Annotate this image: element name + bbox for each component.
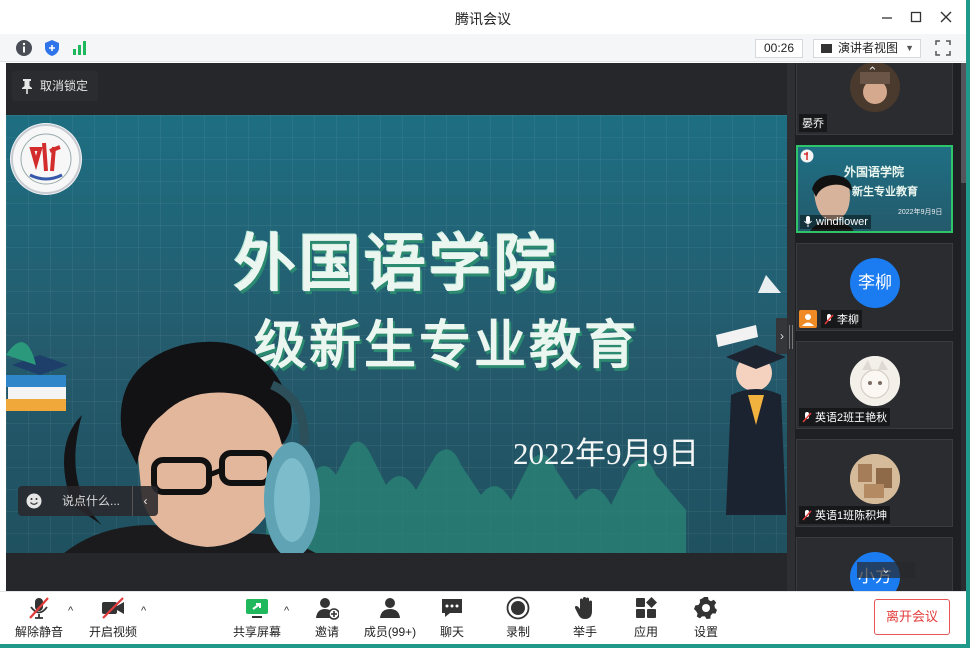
meeting-toolbar: 00:26 演讲者视图 ▼ bbox=[0, 34, 966, 62]
share-screen-label: 共享屏幕 bbox=[232, 625, 281, 639]
audio-options-chevron-icon[interactable]: ^ bbox=[68, 606, 78, 617]
chevron-down-icon: ▼ bbox=[905, 43, 914, 53]
unmute-button[interactable]: 解除静音 bbox=[14, 596, 64, 642]
share-screen-button[interactable]: 共享屏幕 bbox=[232, 596, 282, 642]
bottom-control-bar: 解除静音 ^ 开启视频 ^ 共享屏幕 ^ 邀请 成员(99+) 聊天 录制 举手… bbox=[0, 591, 966, 644]
video-options-chevron-icon[interactable]: ^ bbox=[141, 606, 151, 617]
chat-placeholder: 说点什么... bbox=[62, 494, 121, 508]
raise-hand-label: 举手 bbox=[572, 625, 597, 639]
microphone-icon bbox=[804, 216, 812, 227]
record-label: 录制 bbox=[505, 625, 530, 639]
quick-chat-input[interactable]: 说点什么... ‹ bbox=[18, 486, 158, 516]
participant-avatar bbox=[850, 454, 900, 504]
graduate-illustration bbox=[716, 275, 786, 515]
participant-name: 英语2班王艳秋 bbox=[799, 408, 891, 426]
apps-label: 应用 bbox=[633, 625, 658, 639]
invite-label: 邀请 bbox=[314, 625, 339, 639]
apps-button[interactable]: 应用 bbox=[631, 596, 661, 642]
slide-title: 外国语学院 bbox=[234, 227, 560, 300]
window-title: 腾讯会议 bbox=[455, 11, 511, 27]
view-mode-dropdown[interactable]: 演讲者视图 ▼ bbox=[813, 39, 921, 58]
participant-tile[interactable]: 英语2班王艳秋 bbox=[796, 341, 953, 429]
chat-button[interactable]: 聊天 bbox=[437, 596, 467, 642]
share-options-chevron-icon[interactable]: ^ bbox=[284, 606, 294, 617]
raise-hand-button[interactable]: 举手 bbox=[570, 596, 600, 642]
participant-avatar: 李柳 bbox=[850, 258, 900, 308]
raise-hand-icon bbox=[574, 597, 592, 619]
participant-name: 李柳 bbox=[821, 310, 862, 328]
main-video-stage: 外国语学院 级新生专业教育 2022年9月9日 取消锁定 说点什么... ‹ › bbox=[6, 63, 787, 591]
mic-muted-icon bbox=[824, 314, 834, 325]
close-icon[interactable] bbox=[935, 6, 957, 28]
speaker-view-icon bbox=[821, 44, 832, 53]
record-icon bbox=[506, 596, 530, 620]
participant-name: 英语1班陈积坤 bbox=[799, 506, 891, 524]
view-mode-label: 演讲者视图 bbox=[838, 41, 899, 55]
emoji-icon bbox=[26, 493, 42, 509]
maximize-icon[interactable] bbox=[905, 6, 927, 28]
slide-date: 2022年9月9日 bbox=[513, 436, 699, 471]
mini-slide-subtitle: 新生专业教育 bbox=[852, 186, 918, 198]
mic-muted-icon bbox=[802, 412, 812, 423]
collapse-chevron-icon[interactable]: ‹ bbox=[132, 486, 158, 516]
settings-label: 设置 bbox=[693, 625, 718, 639]
members-button[interactable]: 成员(99+) bbox=[362, 596, 418, 642]
participant-tile-active-speaker[interactable]: 外国语学院 新生专业教育 2022年9月9日 windflower bbox=[796, 145, 953, 233]
gear-icon bbox=[694, 597, 717, 619]
start-video-label: 开启视频 bbox=[88, 625, 137, 639]
participant-list: ⌃ 晏乔 外国语学院 新生专业教育 2022年9月9日 windflower 李… bbox=[795, 63, 961, 591]
participant-tile[interactable]: 小方 ⌄ bbox=[796, 537, 953, 591]
panel-resize-handle[interactable] bbox=[787, 63, 795, 591]
apps-grid-icon bbox=[636, 597, 657, 618]
share-screen-icon bbox=[246, 599, 268, 618]
host-badge-icon bbox=[799, 310, 817, 328]
fullscreen-icon[interactable] bbox=[934, 39, 952, 57]
participant-tile[interactable]: ⌃ 晏乔 bbox=[796, 63, 953, 135]
pin-icon bbox=[22, 79, 32, 94]
members-label: 成员(99+) bbox=[363, 625, 417, 639]
info-icon[interactable] bbox=[15, 39, 33, 57]
meeting-timer: 00:26 bbox=[755, 39, 803, 58]
settings-button[interactable]: 设置 bbox=[691, 596, 721, 642]
title-bar: 腾讯会议 bbox=[0, 0, 966, 34]
participant-name: windflower bbox=[800, 215, 871, 229]
scroll-down-chevron-icon[interactable]: ⌄ bbox=[857, 562, 915, 578]
add-user-icon bbox=[316, 598, 339, 620]
participant-tile[interactable]: 李柳 李柳 bbox=[796, 243, 953, 331]
scroll-up-chevron-icon[interactable]: ⌃ bbox=[867, 64, 878, 80]
security-shield-icon[interactable] bbox=[43, 39, 61, 57]
mini-slide-date: 2022年9月9日 bbox=[898, 209, 943, 216]
invite-button[interactable]: 邀请 bbox=[312, 596, 342, 642]
record-button[interactable]: 录制 bbox=[503, 596, 533, 642]
participant-avatar bbox=[850, 356, 900, 406]
mic-muted-icon bbox=[802, 510, 812, 521]
minimize-icon[interactable] bbox=[876, 6, 898, 28]
leave-meeting-button[interactable]: 离开会议 bbox=[874, 599, 950, 635]
expand-chevron-icon[interactable]: › bbox=[776, 318, 787, 354]
members-icon bbox=[380, 598, 400, 618]
mini-school-logo bbox=[800, 149, 814, 163]
participant-tile[interactable]: 英语1班陈积坤 bbox=[796, 439, 953, 527]
participant-scrollbar[interactable] bbox=[961, 63, 966, 591]
school-logo bbox=[10, 123, 82, 195]
unpin-button[interactable]: 取消锁定 bbox=[12, 71, 98, 101]
chat-bubble-icon bbox=[442, 599, 462, 617]
mic-muted-icon bbox=[29, 597, 49, 619]
unmute-label: 解除静音 bbox=[14, 625, 63, 639]
chat-label: 聊天 bbox=[439, 625, 464, 639]
participant-name: 晏乔 bbox=[799, 114, 827, 132]
unpin-label: 取消锁定 bbox=[40, 79, 89, 93]
signal-strength-icon[interactable] bbox=[71, 39, 89, 57]
camera-off-icon bbox=[102, 597, 124, 619]
start-video-button[interactable]: 开启视频 bbox=[88, 596, 138, 642]
meeting-window: 腾讯会议 00:26 演讲者视图 ▼ 外国语学院 级新生专业教育 2022年9月… bbox=[0, 0, 966, 644]
presenter-video-feed bbox=[64, 341, 320, 553]
